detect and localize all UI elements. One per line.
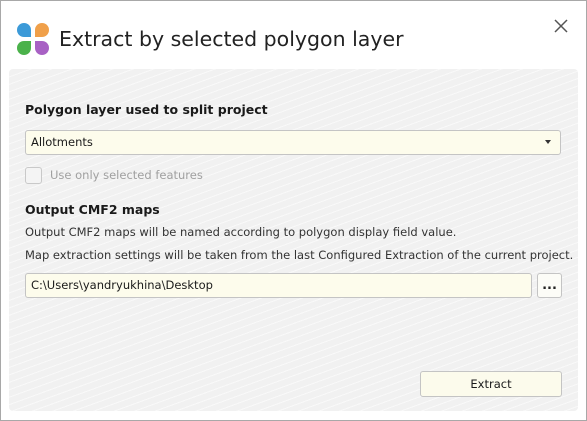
polygon-layer-select[interactable]: Allotments — [25, 130, 561, 155]
use-selected-features-checkbox[interactable] — [25, 167, 42, 184]
settings-info-text: Map extraction settings will be taken fr… — [25, 248, 574, 262]
browse-button[interactable]: ... — [537, 273, 562, 298]
browse-button-label: ... — [542, 278, 557, 293]
extract-button[interactable]: Extract — [420, 371, 562, 397]
use-selected-features-label: Use only selected features — [50, 168, 203, 182]
dialog-title: Extract by selected polygon layer — [59, 27, 404, 51]
output-path-value: C:\Users\yandryukhina\Desktop — [31, 278, 213, 292]
polygon-layer-header: Polygon layer used to split project — [25, 102, 268, 117]
app-logo-icon — [17, 23, 49, 55]
output-maps-header: Output CMF2 maps — [25, 202, 160, 217]
extract-dialog: Extract by selected polygon layer Polygo… — [0, 0, 587, 421]
output-path-input[interactable]: C:\Users\yandryukhina\Desktop — [25, 273, 532, 298]
dropdown-arrow-icon — [545, 140, 551, 144]
extract-button-label: Extract — [470, 377, 512, 391]
naming-info-text: Output CMF2 maps will be named according… — [25, 225, 457, 239]
content-panel: Polygon layer used to split project Allo… — [9, 69, 578, 411]
title-bar: Extract by selected polygon layer — [1, 1, 586, 69]
close-icon[interactable] — [550, 15, 572, 37]
polygon-layer-select-value: Allotments — [31, 135, 93, 149]
